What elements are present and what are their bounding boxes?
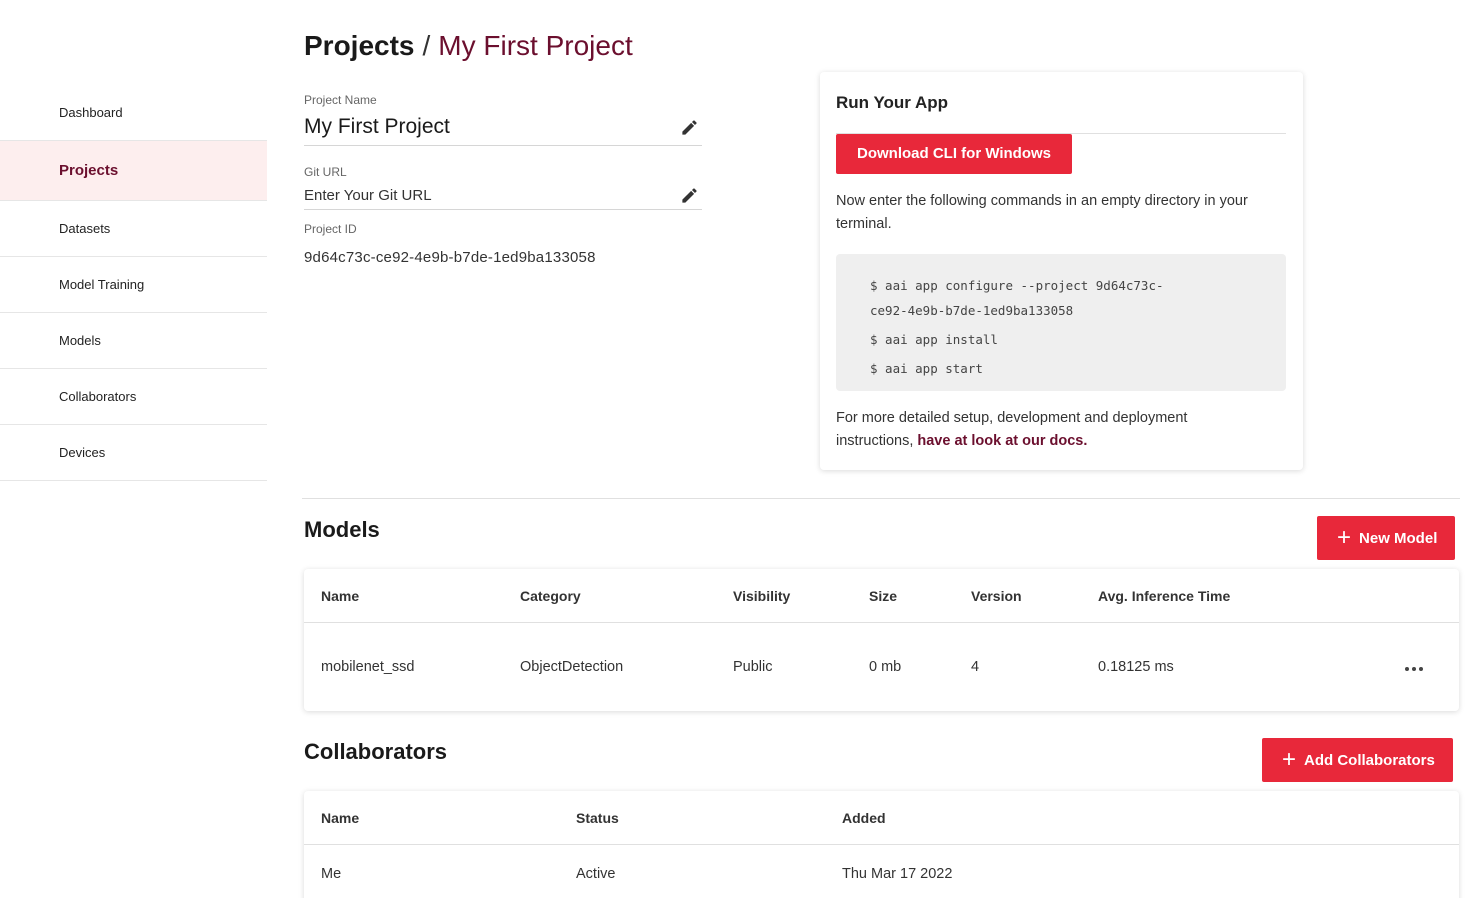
collaborator-status: Active [576,866,616,882]
pencil-icon[interactable] [678,185,700,207]
sidebar-item-label: Model Training [59,277,145,292]
run-app-footer: For more detailed setup, development and… [836,407,1286,453]
sidebar-item-label: Devices [59,445,106,460]
command-block: $ aai app configure --project 9d64c73c- … [836,254,1286,391]
sidebar-item-label: Dashboard [59,104,123,120]
model-visibility: Public [733,659,773,675]
sidebar-item-model-training[interactable]: Model Training [0,257,267,313]
column-header[interactable]: Size [869,588,897,604]
models-table: Name Category Visibility Size Version Av… [304,569,1459,711]
column-header[interactable]: Version [971,588,1022,604]
sidebar-item-label: Datasets [59,221,111,236]
add-collaborators-button[interactable]: + Add Collaborators [1262,738,1453,782]
table-row[interactable]: mobilenet_ssd ObjectDetection Public 0 m… [304,623,1459,711]
divider [302,498,1460,499]
plus-icon: + [1337,524,1352,551]
project-id-value: 9d64c73c-ce92-4e9b-b7de-1ed9ba133058 [304,249,596,266]
git-url-field[interactable]: Enter Your Git URL [304,182,702,210]
command-line: $ aai app start [870,361,983,376]
model-name: mobilenet_ssd [321,659,415,675]
table-header: Name Status Added [304,791,1459,845]
breadcrumb-separator: / [422,30,431,61]
collaborators-table: Name Status Added Me Active Thu Mar 17 2… [304,791,1459,898]
plus-icon: + [1282,746,1297,773]
command-line: ce92-4e9b-b7de-1ed9ba133058 [870,303,1074,318]
new-model-button[interactable]: + New Model [1317,516,1456,560]
pencil-icon[interactable] [678,116,700,138]
models-title: Models [304,517,380,542]
page-title: Projects / My First Project [304,30,633,62]
collaborators-title: Collaborators [304,739,448,764]
column-header[interactable]: Visibility [733,588,790,604]
project-id-label: Project ID [304,222,357,236]
new-model-label: New Model [1359,529,1438,547]
model-category: ObjectDetection [520,659,624,675]
sidebar-item-label: Collaborators [59,389,137,404]
sidebar-item-models[interactable]: Models [0,313,267,369]
sidebar-item-devices[interactable]: Devices [0,425,267,481]
column-header[interactable]: Name [321,588,359,604]
column-header[interactable]: Category [520,588,581,604]
column-header[interactable]: Added [842,810,886,826]
sidebar-item-dashboard[interactable]: Dashboard [0,84,267,141]
table-header: Name Category Visibility Size Version Av… [304,569,1459,623]
git-url-label: Git URL [304,165,347,179]
column-header[interactable]: Name [321,810,359,826]
more-horizontal-icon[interactable] [1404,660,1424,676]
breadcrumb-current: My First Project [438,30,633,61]
model-version: 4 [971,659,980,675]
git-url-input[interactable]: Enter Your Git URL [304,187,432,204]
sidebar-item-collaborators[interactable]: Collaborators [0,369,267,425]
collaborator-name: Me [321,866,342,882]
command-line: $ aai app configure --project 9d64c73c- [870,278,1164,293]
download-cli-button[interactable]: Download CLI for Windows [836,134,1073,174]
add-collaborators-label: Add Collaborators [1304,751,1435,769]
command-line: $ aai app install [870,332,998,347]
table-row[interactable]: Me Active Thu Mar 17 2022 [304,845,1459,898]
run-app-instructions: Now enter the following commands in an e… [836,193,1248,232]
docs-link[interactable]: have at look at our docs. [917,433,1087,449]
project-name-field[interactable]: My First Project [304,109,702,146]
sidebar-item-label: Models [59,333,101,348]
project-name-label: Project Name [304,93,377,107]
sidebar: Dashboard Projects Datasets Model Traini… [0,84,267,481]
project-name-value: My First Project [304,115,450,138]
collaborator-added: Thu Mar 17 2022 [842,866,953,882]
run-app-card: Run Your App Download CLI for Windows No… [820,72,1303,470]
sidebar-item-label: Projects [59,162,119,179]
project-details: Project Name My First Project Git URL En… [304,93,702,266]
column-header[interactable]: Avg. Inference Time [1098,588,1230,604]
sidebar-item-datasets[interactable]: Datasets [0,201,267,257]
model-avg-inference: 0.18125 ms [1098,659,1174,675]
column-header[interactable]: Status [576,810,619,826]
run-app-title: Run Your App [836,72,1286,134]
breadcrumb-root[interactable]: Projects [304,30,415,61]
model-size: 0 mb [869,659,902,675]
sidebar-item-projects[interactable]: Projects [0,141,267,201]
